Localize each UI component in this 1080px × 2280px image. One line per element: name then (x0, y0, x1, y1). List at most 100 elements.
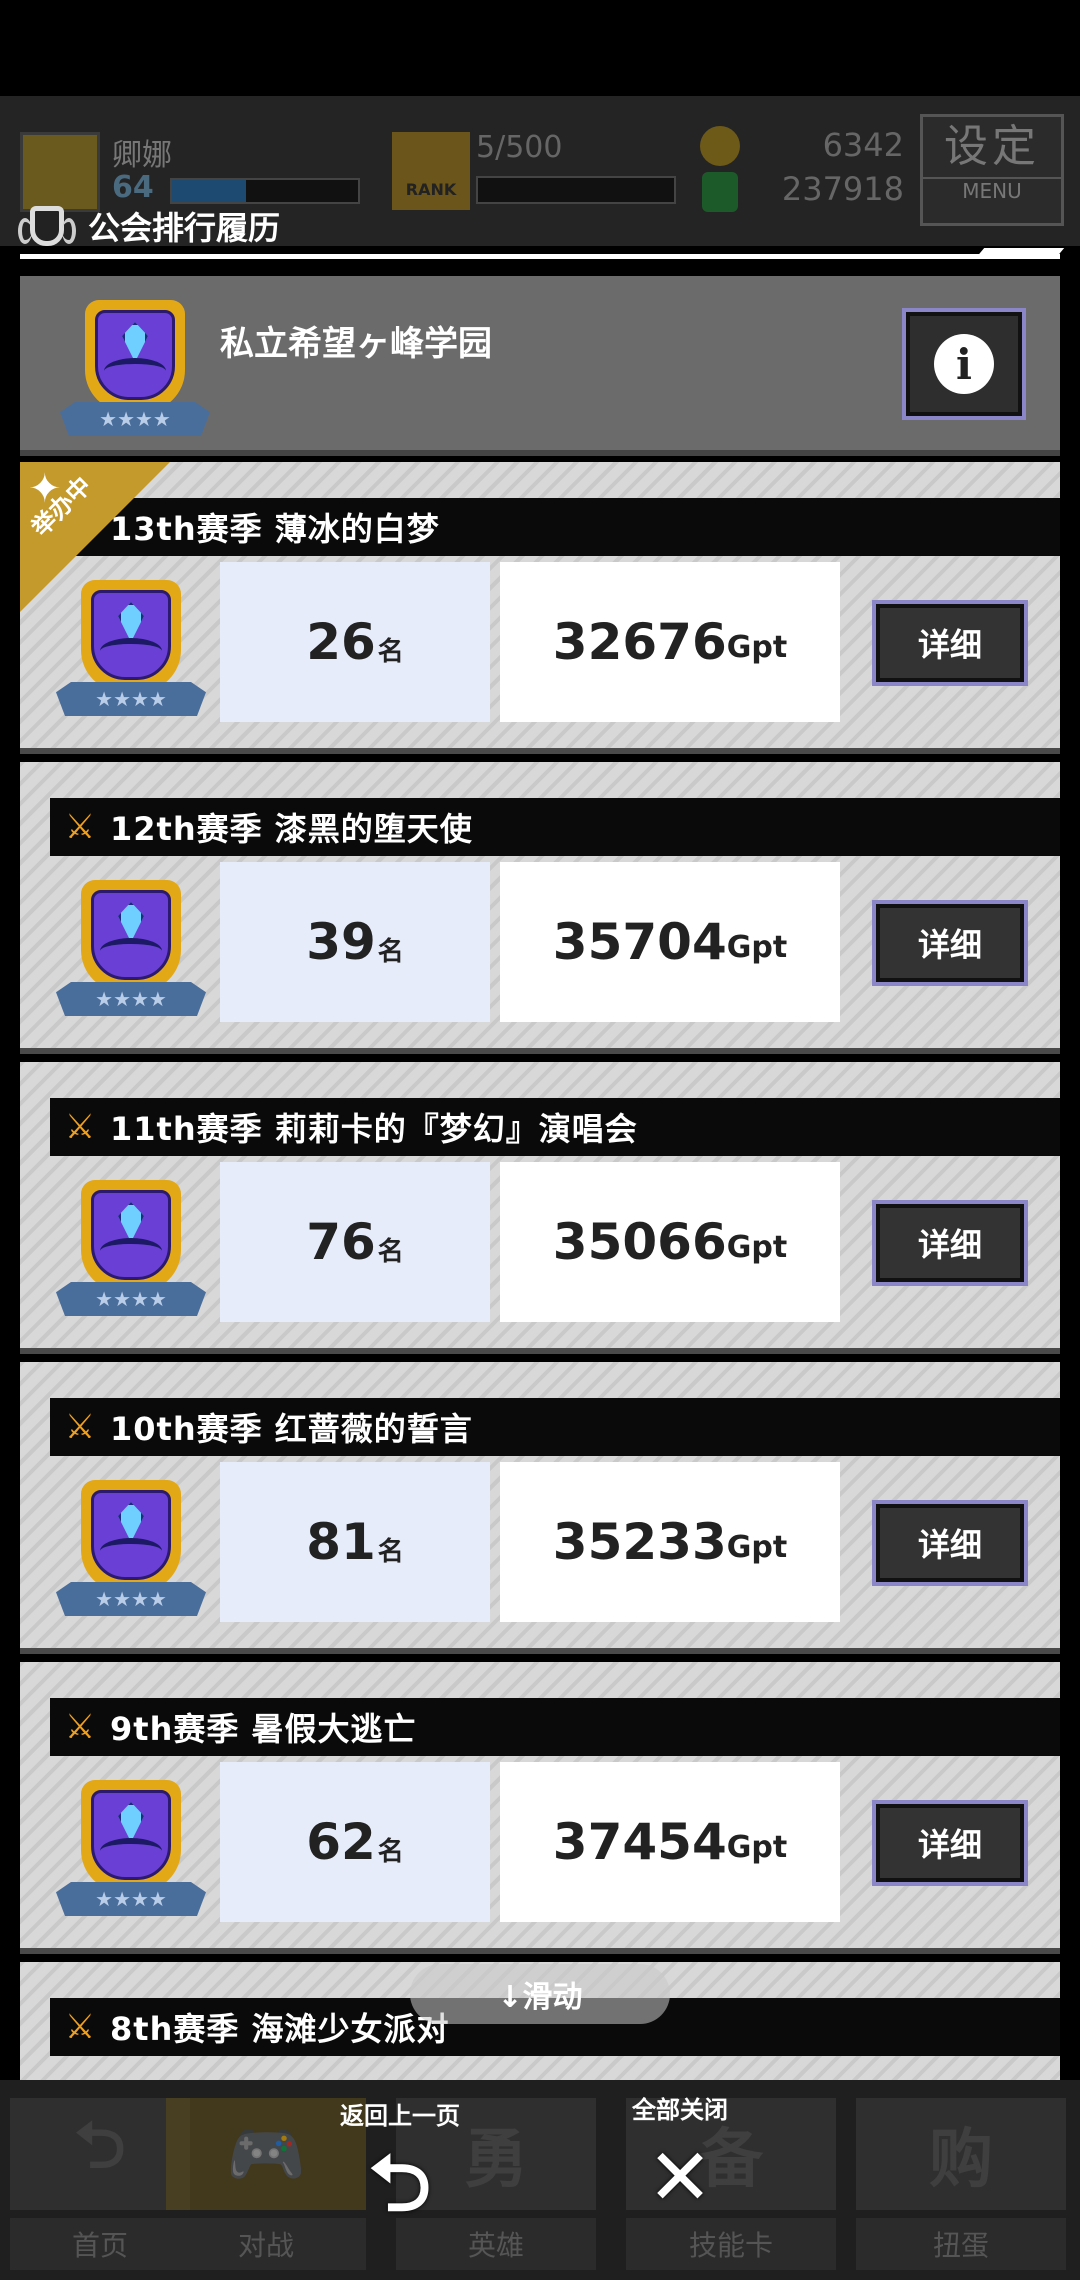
stamina-bar (476, 176, 676, 204)
player-name: 卿娜 (112, 138, 172, 173)
season-points: 37454 Gpt (500, 1762, 840, 1922)
gem-count: 237918 (781, 170, 904, 208)
season-title-bar: ⚔ 11th赛季 莉莉卡的『梦幻』演唱会 (50, 1098, 1060, 1156)
season-label: 13th赛季 薄冰的白梦 (110, 510, 440, 548)
season-title-bar: ⚔ 12th赛季 漆黑的堕天使 (50, 798, 1060, 856)
guild-emblem-icon: ★★★★ (56, 580, 206, 720)
stamina-value: 5/500 (476, 130, 563, 165)
coin-icon (700, 126, 740, 166)
detail-button[interactable]: 详细 (872, 900, 1028, 986)
detail-button[interactable]: 详细 (872, 1500, 1028, 1586)
guild-emblem-icon: ★★★★ (56, 880, 206, 1020)
season-card-11th: ⚔ 11th赛季 莉莉卡的『梦幻』演唱会 ★★★★ 76 名 35066 Gpt… (20, 1062, 1060, 1354)
points-number: 35066 (552, 1213, 727, 1271)
settings-menu-button: 设定 MENU (920, 114, 1064, 226)
points-number: 37454 (552, 1813, 727, 1871)
crossed-swords-icon: ⚔ (64, 807, 96, 847)
season-points: 35704 Gpt (500, 862, 840, 1022)
guild-card: ★★★★ 私立希望ヶ峰学园 i (20, 276, 1060, 456)
gem-icon (702, 172, 738, 212)
rank-suffix: 名 (377, 1536, 404, 1567)
rank-number: 76 (306, 1213, 376, 1271)
menu-small-label: MENU (923, 177, 1061, 203)
panel-title-bar: 公会排行履历 (18, 200, 280, 252)
points-number: 35704 (552, 913, 727, 971)
guild-emblem-icon: ★★★★ (60, 300, 210, 440)
title-divider (20, 254, 1060, 259)
bottom-nav: ⮌ 首页 🎮 对战 勇 英雄 备 技能卡 购 扭蛋 (0, 2080, 1080, 2280)
season-card-13th: ✦ 举办中 ⚔ 13th赛季 薄冰的白梦 ★★★★ 26 名 32676 Gpt… (20, 462, 1060, 754)
menu-big-label: 设定 (944, 121, 1040, 172)
points-suffix: Gpt (726, 1229, 788, 1265)
scroll-hint[interactable]: ↓滑动 (410, 1964, 670, 2024)
season-title-bar: ⚔ 13th赛季 薄冰的白梦 (50, 498, 1060, 556)
points-number: 35233 (552, 1513, 727, 1571)
points-suffix: Gpt (726, 629, 788, 665)
rank-suffix: 名 (377, 936, 404, 967)
detail-button[interactable]: 详细 (872, 1200, 1028, 1286)
gacha-icon: 购 (856, 2098, 1066, 2210)
rank-suffix: 名 (377, 636, 404, 667)
nav-label: 扭蛋 (856, 2218, 1066, 2270)
points-suffix: Gpt (726, 1529, 788, 1565)
close-label: 全部关闭 (632, 2096, 728, 2124)
season-label: 12th赛季 漆黑的堕天使 (110, 810, 473, 848)
rank-number: 62 (306, 1813, 376, 1871)
season-card-10th: ⚔ 10th赛季 红蔷薇的誓言 ★★★★ 81 名 35233 Gpt 详细 (20, 1362, 1060, 1654)
nav-label: 对战 (166, 2218, 366, 2270)
season-label: 11th赛季 莉莉卡的『梦幻』演唱会 (110, 1110, 638, 1148)
guild-info-button[interactable]: i (902, 308, 1026, 420)
status-bar (0, 0, 1080, 96)
back-button[interactable]: 返回上一页 ⮌ (320, 2096, 480, 2223)
season-card-12th: ⚔ 12th赛季 漆黑的堕天使 ★★★★ 39 名 35704 Gpt 详细 (20, 762, 1060, 1054)
close-all-button[interactable]: 全部关闭 ✕ (600, 2090, 760, 2217)
guild-emblem-icon: ★★★★ (56, 1780, 206, 1920)
back-arrow-icon: ⮌ (368, 2139, 432, 2229)
season-points: 35233 Gpt (500, 1462, 840, 1622)
season-label: 9th赛季 暑假大逃亡 (110, 1710, 417, 1748)
nav-item-home: ⮌ 首页 (10, 2098, 190, 2278)
season-points: 32676 Gpt (500, 562, 840, 722)
home-icon: ⮌ (10, 2098, 190, 2210)
crossed-swords-icon: ⚔ (64, 1107, 96, 1147)
nav-item-gacha: 购 扭蛋 (856, 2098, 1066, 2278)
rank-suffix: 名 (377, 1836, 404, 1867)
detail-button[interactable]: 详细 (872, 1800, 1028, 1886)
rank-badge: RANK (392, 132, 470, 210)
season-points: 35066 Gpt (500, 1162, 840, 1322)
season-history-list[interactable]: ✦ 举办中 ⚔ 13th赛季 薄冰的白梦 ★★★★ 26 名 32676 Gpt… (20, 462, 1060, 2082)
rank-suffix: 名 (377, 1236, 404, 1267)
rank-number: 39 (306, 913, 376, 971)
season-title-bar: ⚔ 9th赛季 暑假大逃亡 (50, 1698, 1060, 1756)
rank-number: 26 (306, 613, 376, 671)
season-rank: 39 名 (220, 862, 490, 1022)
crossed-swords-icon: ⚔ (64, 1407, 96, 1447)
crossed-swords-icon: ⚔ (64, 2007, 96, 2047)
page-title: 公会排行履历 (88, 209, 281, 247)
points-suffix: Gpt (726, 929, 788, 965)
guild-name: 私立希望ヶ峰学园 (220, 324, 492, 364)
season-card-9th: ⚔ 9th赛季 暑假大逃亡 ★★★★ 62 名 37454 Gpt 详细 (20, 1662, 1060, 1954)
coin-count: 6342 (822, 126, 904, 164)
crossed-swords-icon: ⚔ (64, 1707, 96, 1747)
season-rank: 81 名 (220, 1462, 490, 1622)
title-divider-notch (975, 248, 1065, 258)
guild-emblem-icon: ★★★★ (56, 1180, 206, 1320)
season-rank: 76 名 (220, 1162, 490, 1322)
season-label: 10th赛季 红蔷薇的誓言 (110, 1410, 473, 1448)
guild-laurel-icon (18, 202, 76, 250)
rank-number: 81 (306, 1513, 376, 1571)
season-rank: 62 名 (220, 1762, 490, 1922)
back-label: 返回上一页 (340, 2102, 460, 2130)
season-title-bar: ⚔ 10th赛季 红蔷薇的誓言 (50, 1398, 1060, 1456)
info-icon: i (934, 334, 994, 394)
close-icon: ✕ (647, 2133, 713, 2223)
guild-emblem-icon: ★★★★ (56, 1480, 206, 1620)
points-number: 32676 (552, 613, 727, 671)
nav-label: 首页 (10, 2218, 190, 2270)
points-suffix: Gpt (726, 1829, 788, 1865)
season-label: 8th赛季 海滩少女派对 (110, 2010, 450, 2048)
nav-label: 技能卡 (626, 2218, 836, 2270)
season-rank: 26 名 (220, 562, 490, 722)
detail-button[interactable]: 详细 (872, 600, 1028, 686)
